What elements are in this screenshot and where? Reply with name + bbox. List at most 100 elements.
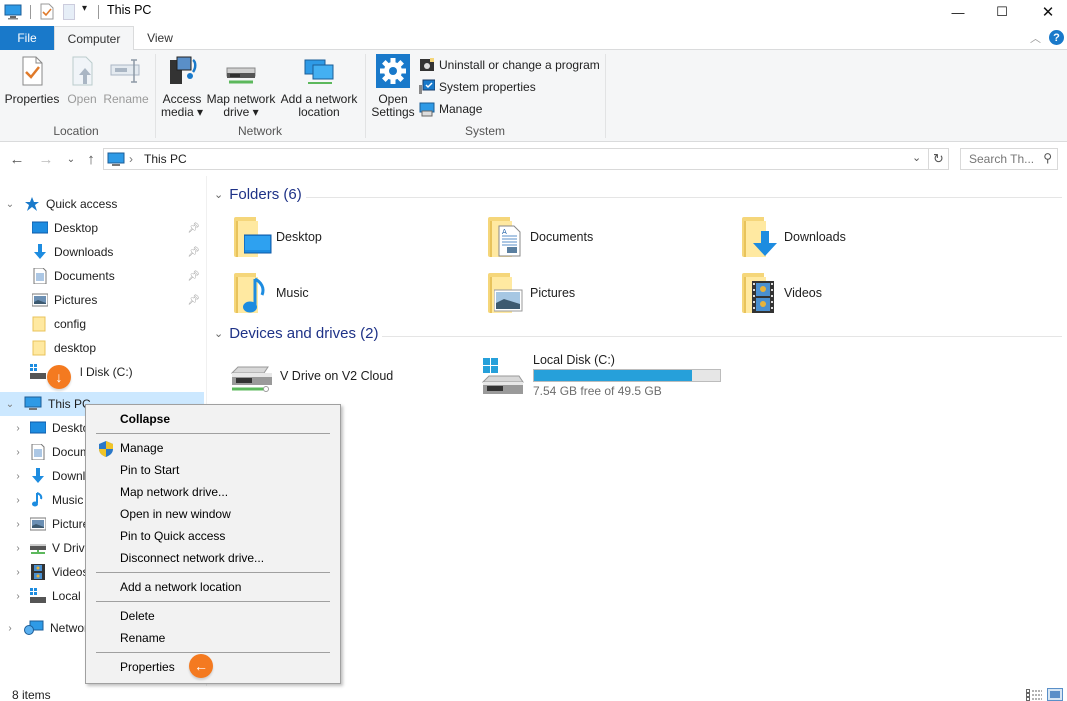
expand-chevron-icon[interactable]: › bbox=[12, 423, 24, 434]
expand-chevron-icon[interactable]: › bbox=[12, 567, 24, 578]
expand-chevron-icon[interactable]: › bbox=[12, 543, 24, 554]
nav-label: l Disk (C:) bbox=[80, 365, 133, 379]
map-network-drive-button[interactable]: Map network drive ▾ bbox=[205, 54, 277, 119]
status-item-count: 8 items bbox=[12, 688, 51, 701]
open-settings-button[interactable]: Open Settings bbox=[370, 54, 416, 119]
add-network-location-button[interactable]: Add a network location bbox=[279, 54, 359, 119]
nav-qa-config[interactable]: config bbox=[0, 312, 204, 336]
menu-item-rename[interactable]: Rename bbox=[88, 627, 338, 649]
menu-item-map-network-drive[interactable]: Map network drive... bbox=[88, 481, 338, 503]
expand-chevron-icon[interactable]: › bbox=[4, 623, 16, 634]
documents-folder-icon: A bbox=[486, 215, 521, 259]
menu-item-add-network-location[interactable]: Add a network location bbox=[88, 576, 338, 598]
menu-item-pin-quick-access[interactable]: Pin to Quick access bbox=[88, 525, 338, 547]
address-bar[interactable]: › This PC ⌄ bbox=[103, 148, 929, 170]
drives-group-header[interactable]: ⌄ Devices and drives (2) bbox=[214, 325, 378, 342]
menu-item-open-new-window[interactable]: Open in new window bbox=[88, 503, 338, 525]
minimize-button[interactable]: — bbox=[935, 0, 981, 24]
pin-icon[interactable]: 📌︎ bbox=[187, 247, 200, 258]
drive-tile-v-drive[interactable]: V Drive on V2 Cloud bbox=[228, 350, 468, 402]
drives-group-title: Devices and drives (2) bbox=[229, 325, 379, 342]
tile-label: V Drive on V2 Cloud bbox=[280, 369, 394, 383]
system-properties-button[interactable]: System properties bbox=[419, 77, 600, 97]
folder-tile-desktop[interactable]: Desktop bbox=[232, 211, 472, 263]
network-icon bbox=[24, 620, 44, 636]
nav-quick-access[interactable]: ⌄ Quick access bbox=[0, 192, 204, 216]
properties-button[interactable]: Properties bbox=[5, 54, 59, 106]
menu-item-pin-to-start[interactable]: Pin to Start bbox=[88, 459, 338, 481]
drive-tile-local-disk[interactable]: Local Disk (C:) 7.54 GB free of 49.5 GB bbox=[481, 350, 741, 400]
expand-chevron-icon[interactable]: › bbox=[12, 591, 24, 602]
up-button[interactable]: ↑ bbox=[82, 150, 100, 168]
nav-label: Documents bbox=[54, 269, 115, 283]
menu-item-collapse[interactable]: Collapse bbox=[88, 408, 338, 430]
nav-qa-downloads[interactable]: Downloads 📌︎ bbox=[0, 240, 204, 264]
add-network-location-label-2: location bbox=[298, 105, 340, 119]
collapse-group-chevron-icon[interactable]: ⌄ bbox=[214, 188, 223, 201]
menu-item-disconnect-network-drive[interactable]: Disconnect network drive... bbox=[88, 547, 338, 569]
menu-item-manage[interactable]: Manage bbox=[88, 437, 338, 459]
local-disk-icon bbox=[30, 364, 46, 380]
refresh-button[interactable]: ↻ bbox=[928, 148, 949, 170]
maximize-button[interactable]: ☐ bbox=[979, 0, 1025, 24]
nav-qa-pictures[interactable]: Pictures 📌︎ bbox=[0, 288, 204, 312]
back-button[interactable]: ← bbox=[8, 150, 26, 168]
expand-chevron-icon[interactable]: › bbox=[12, 495, 24, 506]
open-button[interactable]: Open bbox=[62, 54, 102, 106]
help-icon[interactable]: ? bbox=[1049, 30, 1064, 45]
search-input[interactable]: Search Th... ⚲ bbox=[960, 148, 1058, 170]
breadcrumb-this-pc[interactable]: This PC bbox=[144, 152, 187, 166]
access-media-button[interactable]: Access media ▾ bbox=[160, 54, 204, 119]
tab-view[interactable]: View bbox=[134, 26, 186, 50]
breadcrumb-separator[interactable]: › bbox=[129, 152, 133, 166]
menu-item-delete[interactable]: Delete bbox=[88, 605, 338, 627]
new-folder-qat-icon[interactable] bbox=[63, 4, 75, 20]
nav-qa-desktop-folder[interactable]: desktop bbox=[0, 336, 204, 360]
uninstall-program-button[interactable]: Uninstall or change a program bbox=[419, 55, 600, 75]
pin-icon[interactable]: 📌︎ bbox=[187, 223, 200, 234]
tab-file[interactable]: File bbox=[0, 26, 54, 50]
folders-group-header[interactable]: ⌄ Folders (6) bbox=[214, 186, 302, 203]
expand-chevron-icon[interactable]: › bbox=[12, 471, 24, 482]
folder-tile-videos[interactable]: Videos bbox=[740, 267, 980, 319]
rename-button[interactable]: Rename bbox=[103, 54, 149, 106]
menu-separator bbox=[96, 433, 330, 434]
nav-qa-desktop[interactable]: Desktop 📌︎ bbox=[0, 216, 204, 240]
close-button[interactable]: ✕ bbox=[1025, 0, 1067, 24]
system-small-buttons: Uninstall or change a program System pro… bbox=[419, 55, 600, 119]
map-network-drive-icon bbox=[224, 54, 258, 88]
tile-label: Documents bbox=[530, 230, 594, 244]
tab-computer[interactable]: Computer bbox=[54, 26, 134, 51]
folder-tile-downloads[interactable]: Downloads bbox=[740, 211, 980, 263]
documents-icon bbox=[30, 443, 46, 461]
menu-item-properties[interactable]: Properties bbox=[88, 656, 338, 678]
this-pc-icon bbox=[107, 152, 125, 170]
nav-qa-documents[interactable]: Documents 📌︎ bbox=[0, 264, 204, 288]
qat-separator bbox=[30, 5, 31, 19]
folder-tile-music[interactable]: Music bbox=[232, 267, 472, 319]
large-icons-view-icon[interactable] bbox=[1047, 688, 1063, 701]
expand-chevron-icon[interactable]: ⌄ bbox=[4, 399, 16, 410]
qat-customize-dropdown[interactable]: ▾ bbox=[82, 3, 87, 14]
expand-chevron-icon[interactable]: ⌄ bbox=[4, 199, 16, 210]
expand-chevron-icon[interactable]: › bbox=[12, 447, 24, 458]
collapse-ribbon-icon[interactable]: ︿ bbox=[1030, 30, 1041, 46]
manage-button[interactable]: Manage bbox=[419, 99, 600, 119]
pin-icon[interactable]: 📌︎ bbox=[187, 271, 200, 282]
network-drive-icon bbox=[228, 359, 272, 393]
nav-qa-local-disk[interactable]: l Disk (C:) bbox=[0, 360, 204, 384]
music-folder-icon bbox=[232, 271, 265, 315]
nav-label: Videos bbox=[52, 565, 89, 579]
folder-tile-documents[interactable]: A Documents bbox=[486, 211, 726, 263]
collapse-group-chevron-icon[interactable]: ⌄ bbox=[214, 327, 223, 340]
address-dropdown-icon[interactable]: ⌄ bbox=[912, 151, 921, 164]
pin-icon[interactable]: 📌︎ bbox=[187, 295, 200, 306]
expand-chevron-icon[interactable]: › bbox=[12, 519, 24, 530]
recent-locations-dropdown[interactable]: ⌄ bbox=[62, 150, 80, 168]
folder-tile-pictures[interactable]: Pictures bbox=[486, 267, 726, 319]
details-view-icon[interactable] bbox=[1026, 689, 1042, 701]
forward-button[interactable]: → bbox=[37, 150, 55, 168]
disk-usage-bar bbox=[533, 368, 721, 382]
pictures-folder-icon bbox=[486, 271, 523, 315]
properties-qat-icon[interactable] bbox=[40, 3, 54, 20]
